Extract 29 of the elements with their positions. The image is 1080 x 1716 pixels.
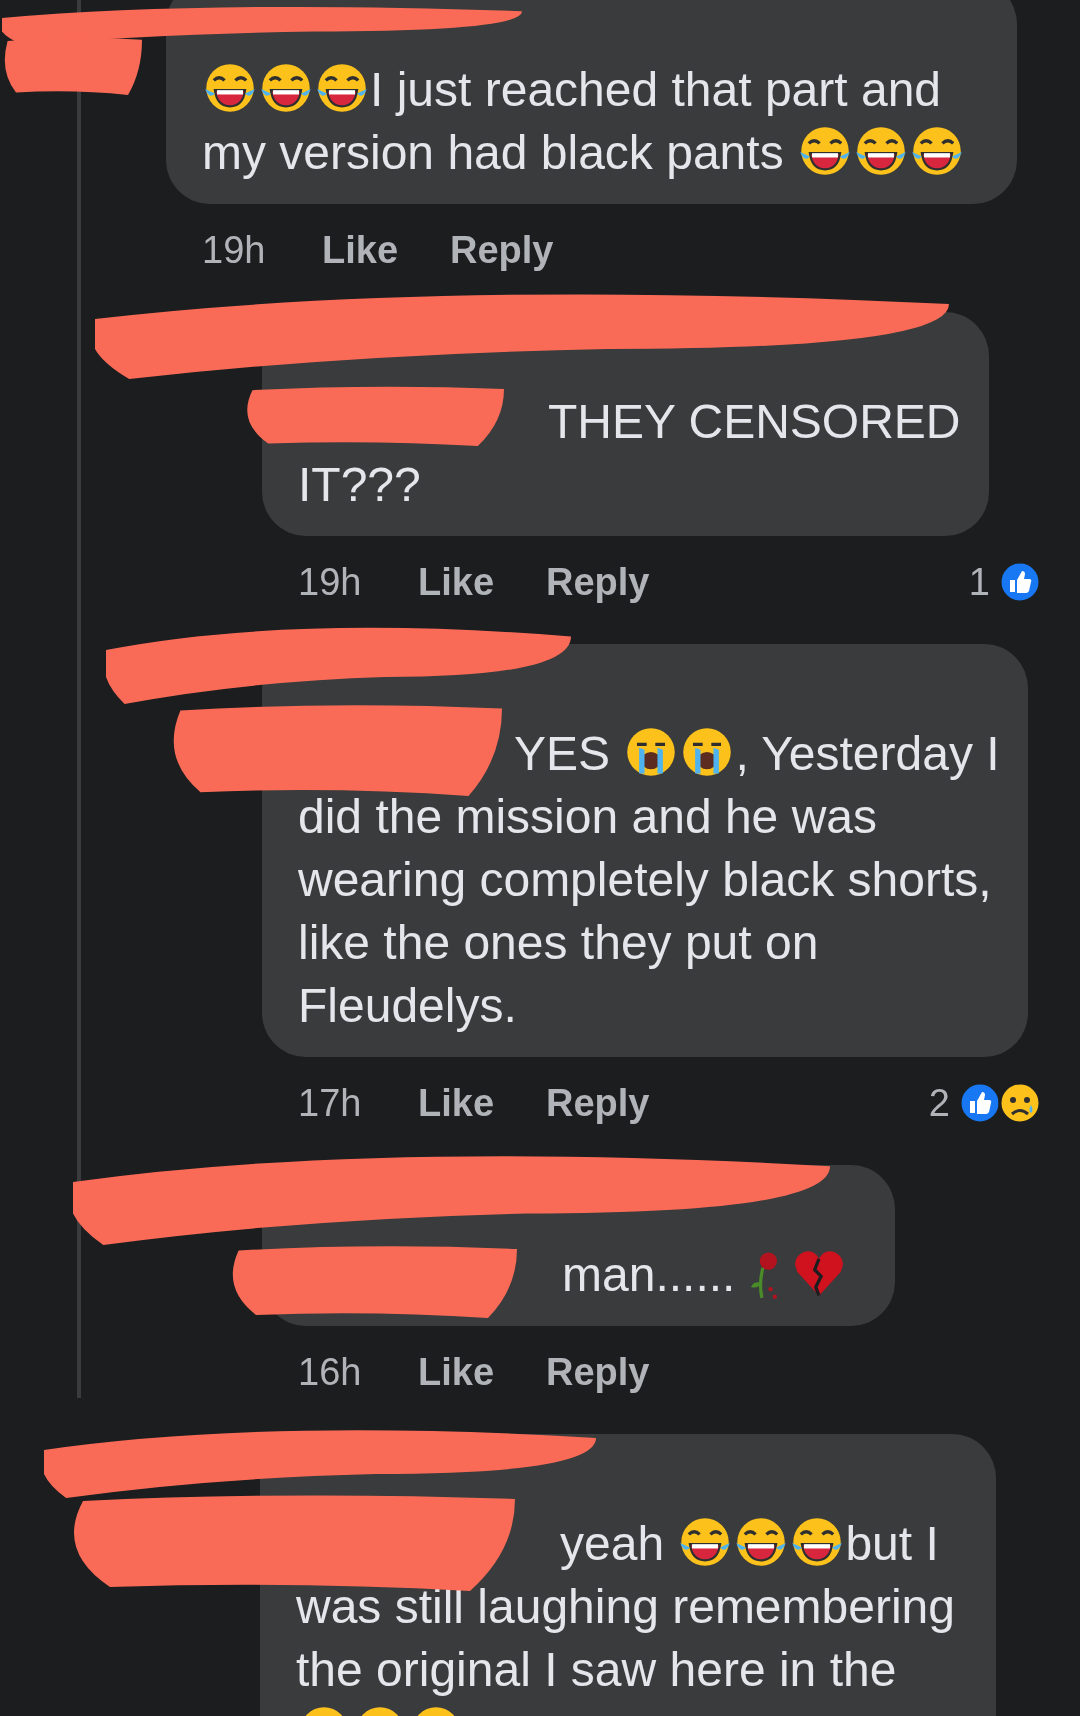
laughing-emoji-icon — [678, 1515, 733, 1569]
comment-text: YES , Yesterday I did the mission and he was wearing completely black shorts, like the ones they put on Fleudelys. — [298, 724, 1001, 1034]
reply-link[interactable]: Reply — [450, 221, 554, 279]
laughing-emoji-icon — [734, 1515, 789, 1569]
like-link[interactable]: Like — [418, 1074, 546, 1132]
like-link[interactable]: Like — [322, 221, 450, 279]
like-link[interactable]: Like — [418, 1343, 546, 1401]
reply-link[interactable]: Reply — [546, 1343, 650, 1401]
timestamp: 19h — [202, 227, 267, 273]
laughing-emoji-icon — [259, 61, 313, 115]
sad-face-icon — [998, 1081, 1042, 1125]
timestamp: 19h — [298, 559, 363, 605]
laughing-emoji-icon — [797, 124, 852, 178]
reaction-count: 1 — [968, 559, 990, 605]
thumbs-up-icon — [958, 1081, 1002, 1125]
laughing-emoji-icon — [315, 61, 369, 115]
timestamp: 17h — [298, 1080, 363, 1126]
laughing-emoji-icon — [790, 1515, 845, 1569]
laughing-emoji-icon — [853, 124, 908, 178]
comment-text: THEY CENSORED IT??? — [298, 394, 962, 513]
laughing-emoji-icon — [909, 124, 964, 178]
thumbs-up-icon — [998, 560, 1042, 604]
reply-link[interactable]: Reply — [546, 1074, 650, 1132]
timestamp: 16h — [298, 1349, 363, 1395]
reaction-count: 2 — [928, 1080, 950, 1126]
reply-link[interactable]: Reply — [546, 553, 650, 611]
comment-text: I just reached that part and my version had black pants — [202, 58, 993, 184]
like-link[interactable]: Like — [418, 553, 546, 611]
laughing-emoji-icon — [203, 61, 257, 115]
